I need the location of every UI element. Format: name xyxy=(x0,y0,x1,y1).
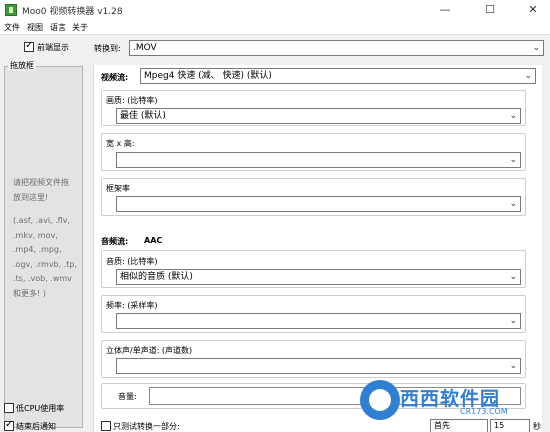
video-size-label: 宽 x 高: xyxy=(106,139,135,148)
preview-checkbox[interactable] xyxy=(24,40,34,52)
video-quality-select[interactable]: 最佳 (默认) ⌄ xyxy=(116,108,521,124)
audio-channels-label: 立体声/单声道: (声道数) xyxy=(106,346,193,355)
video-section-label: 视频流: xyxy=(101,73,129,82)
audio-section-label: 音频流: xyxy=(101,237,129,246)
video-codec-select[interactable]: Mpeg4 快速 (减、 快速) (默认) ⌄ xyxy=(140,68,536,84)
menu-about[interactable]: 关于 xyxy=(72,22,88,33)
left-panel: 前端显示 拖放框 请把视频文件拖 放到这里! (.asf, .avi, .flv… xyxy=(0,36,87,432)
drop-hint-line-1: 请把视频文件拖 xyxy=(13,178,69,187)
audio-quality-label: 音质: (比特率) xyxy=(106,257,158,266)
supported-extensions: (.asf, .avi, .flv, .mkv, mov, .mp4, .mpg… xyxy=(13,214,85,301)
audio-codec-name: AAC xyxy=(144,236,163,245)
maximize-button[interactable]: ☐ xyxy=(475,0,505,21)
video-quality-label: 画质: (比特率) xyxy=(106,96,158,105)
audio-volume-label: 音量: xyxy=(118,392,137,401)
video-size-select[interactable]: ⌄ xyxy=(116,152,521,168)
notify-checkbox[interactable] xyxy=(4,419,14,431)
chevron-down-icon: ⌄ xyxy=(509,155,517,165)
dropbox-title: 拖放框 xyxy=(8,60,36,71)
low-cpu-checkbox[interactable] xyxy=(4,403,14,413)
ext-line: .asf, .avi, .flv, xyxy=(16,216,70,225)
chevron-down-icon: ⌄ xyxy=(509,199,517,209)
audio-channels-select[interactable]: ⌄ xyxy=(116,358,521,374)
chevron-down-icon: ⌄ xyxy=(509,316,517,326)
ext-line: .mp4, .mpg, xyxy=(13,245,62,254)
chevron-down-icon: ⌄ xyxy=(524,71,532,81)
menu-file[interactable]: 文件 xyxy=(4,22,20,33)
video-quality-value: 最佳 (默认) xyxy=(120,111,166,121)
notify-label: 结束后通知 xyxy=(16,422,56,431)
ext-line: .ts, .vob, .wmv xyxy=(13,274,72,283)
preview-label: 前端显示 xyxy=(37,43,69,52)
low-cpu-label: 低CPU使用率 xyxy=(16,404,65,413)
video-framerate-label: 框架率 xyxy=(106,184,130,193)
ext-line: .ogv, .rmvb, .tp, xyxy=(13,259,78,269)
chevron-down-icon: ⌄ xyxy=(509,361,517,371)
video-codec-value: Mpeg4 快速 (减、 快速) (默认) xyxy=(144,71,272,81)
partial-convert-checkbox[interactable] xyxy=(101,421,111,431)
convert-to-label: 转换到: xyxy=(94,44,121,53)
watermark-logo: 西西软件园 CR173.COM xyxy=(360,380,550,424)
logo-icon xyxy=(360,380,400,420)
title-bar: Moo0 视频转换器 v1.28 — ☐ ✕ xyxy=(0,0,550,21)
main-panel: 转换到: .MOV ⌄ 视频流: Mpeg4 快速 (减、 快速) (默认) ⌄… xyxy=(87,36,550,432)
audio-frequency-label: 频率: (采样率) xyxy=(106,301,158,310)
output-format-value: .MOV xyxy=(133,43,157,53)
partial-convert-label: 只测试转换一部分: xyxy=(113,422,180,431)
audio-quality-select[interactable]: 相似的音质 (默认) ⌄ xyxy=(116,269,521,285)
audio-frequency-select[interactable]: ⌄ xyxy=(116,313,521,329)
window-title: Moo0 视频转换器 v1.28 xyxy=(22,7,123,17)
chevron-down-icon: ⌄ xyxy=(532,43,540,53)
app-icon xyxy=(5,4,17,16)
menu-view[interactable]: 视图 xyxy=(27,22,43,33)
watermark-url: CR173.COM xyxy=(460,407,508,416)
output-format-select[interactable]: .MOV ⌄ xyxy=(129,40,544,56)
minimize-button[interactable]: — xyxy=(430,0,460,21)
menu-language[interactable]: 语言 xyxy=(50,22,66,33)
menu-bar: 文件 视图 语言 关于 xyxy=(0,21,550,35)
chevron-down-icon: ⌄ xyxy=(509,272,517,282)
ext-line: 和更多! ) xyxy=(13,288,46,298)
audio-quality-value: 相似的音质 (默认) xyxy=(120,272,193,282)
close-button[interactable]: ✕ xyxy=(518,0,548,21)
chevron-down-icon: ⌄ xyxy=(509,111,517,121)
drop-hint-line-2: 放到这里! xyxy=(13,193,49,202)
ext-line: .mkv, mov, xyxy=(13,230,58,240)
video-framerate-select[interactable]: ⌄ xyxy=(116,196,521,212)
